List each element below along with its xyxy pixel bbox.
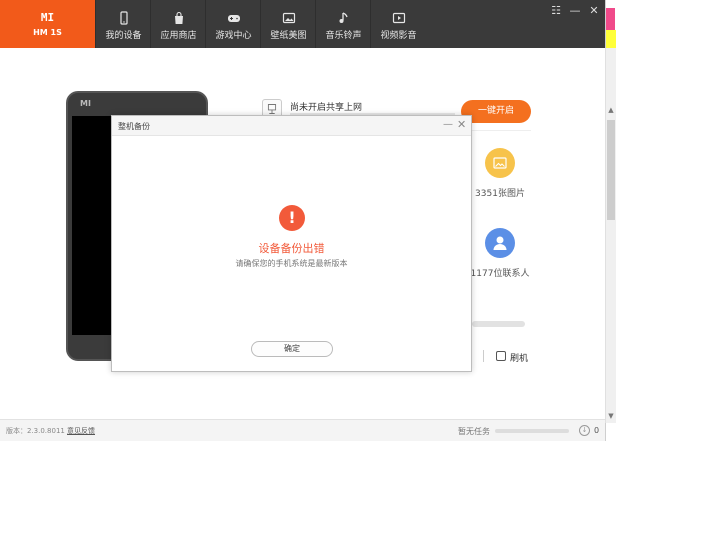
status-bar: 版本：2.3.0.8011 意见反馈 暂无任务 ↓ 0 (0, 419, 605, 441)
nav-video[interactable]: 视频影音 (370, 0, 425, 48)
scroll-up-arrow-icon[interactable]: ▲ (607, 106, 615, 114)
nav-label: 音乐铃声 (325, 31, 362, 41)
nav-my-device[interactable]: 我的设备 (95, 0, 150, 48)
dialog-minimize-icon[interactable]: — (443, 119, 453, 130)
nav-label: 应用商店 (160, 31, 197, 41)
storage-progress-bar (472, 321, 525, 327)
minimize-icon[interactable]: — (567, 4, 583, 18)
download-count: 0 (594, 426, 600, 435)
nav-label: 我的设备 (105, 31, 142, 41)
scroll-thumb[interactable] (607, 120, 615, 220)
share-network-status: 尚未开启共享上网 (290, 103, 363, 113)
mi-logo: MI (40, 11, 55, 24)
picture-icon (261, 10, 316, 24)
flash-rom-icon[interactable] (496, 351, 506, 361)
music-note-icon (316, 10, 371, 24)
nav-app-store[interactable]: 应用商店 (150, 0, 205, 48)
contact-icon[interactable] (485, 228, 515, 258)
task-status: 暂无任务 (458, 427, 490, 436)
screen: MI HM 1S 我的设备 应用商店 游戏中心 壁纸美图 音乐铃声 视频影音 ☷… (0, 0, 720, 538)
device-model: HM 1S (33, 28, 62, 37)
nav-label: 视频影音 (380, 31, 417, 41)
scroll-down-arrow-icon[interactable]: ▼ (607, 412, 615, 420)
phone-mi-logo: MI (80, 99, 91, 108)
ok-button[interactable]: 确定 (251, 341, 333, 357)
contact-count[interactable]: 1177位联系人 (468, 266, 532, 279)
nav-label: 游戏中心 (215, 31, 252, 41)
gamepad-icon (206, 10, 261, 24)
top-nav-bar: MI HM 1S 我的设备 应用商店 游戏中心 壁纸美图 音乐铃声 视频影音 ☷… (0, 0, 605, 48)
video-play-icon (371, 10, 426, 24)
bag-icon (151, 10, 206, 24)
divider (483, 350, 484, 362)
dialog-close-icon[interactable]: ✕ (457, 118, 466, 131)
background-window-edge (606, 30, 616, 48)
error-title: 设备备份出错 (258, 242, 325, 255)
phone-icon (96, 10, 151, 25)
feedback-link[interactable]: 意见反馈 (67, 426, 95, 436)
menu-icon[interactable]: ☷ (548, 4, 564, 18)
task-progress-bar (495, 429, 569, 433)
flash-rom-label[interactable]: 刷机 (510, 351, 528, 364)
dialog-header: 整机备份 — ✕ (112, 116, 471, 136)
dialog-title: 整机备份 (118, 122, 150, 131)
nav-music[interactable]: 音乐铃声 (315, 0, 370, 48)
nav-label: 壁纸美图 (270, 31, 307, 41)
backup-dialog: 整机备份 — ✕ ! 设备备份出错 请确保您的手机系统是最新版本 确定 (111, 115, 472, 372)
nav-wallpaper[interactable]: 壁纸美图 (260, 0, 315, 48)
version-text: 版本：2.3.0.8011 (6, 427, 65, 435)
error-description: 请确保您的手机系统是最新版本 (235, 259, 348, 268)
download-icon[interactable]: ↓ (579, 425, 590, 436)
scrollbar[interactable]: ▲ ▼ (605, 48, 616, 423)
device-brand-tile[interactable]: MI HM 1S (0, 0, 95, 48)
nav-game-center[interactable]: 游戏中心 (205, 0, 260, 48)
error-icon: ! (279, 205, 305, 231)
photo-count[interactable]: 3351张图片 (470, 186, 530, 199)
close-icon[interactable]: ✕ (586, 4, 602, 18)
app-window: MI HM 1S 我的设备 应用商店 游戏中心 壁纸美图 音乐铃声 视频影音 ☷… (0, 0, 606, 441)
photo-icon[interactable] (485, 148, 515, 178)
background-window-edge (606, 8, 615, 30)
